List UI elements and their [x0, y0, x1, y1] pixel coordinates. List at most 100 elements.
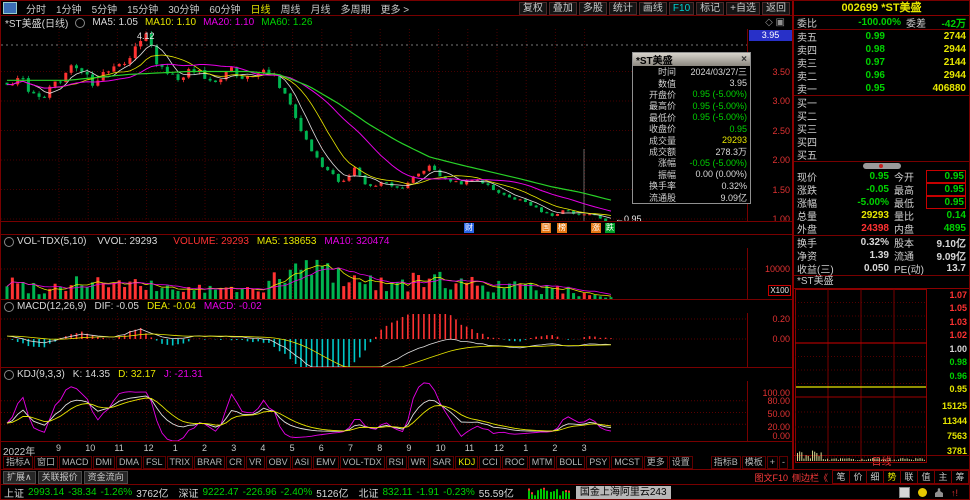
event-badge-榜[interactable]: 榜: [557, 223, 567, 233]
index-name-1[interactable]: 深证: [178, 485, 198, 500]
macd-settings-icon[interactable]: [4, 302, 14, 312]
indicator-button-WR[interactable]: WR: [408, 456, 429, 469]
tool-button-4[interactable]: 画线: [639, 2, 667, 15]
coin-icon[interactable]: [918, 488, 927, 497]
indicator-button-MCST[interactable]: MCST: [611, 456, 643, 469]
side-tab-筹[interactable]: 筹: [951, 470, 969, 484]
period-tab-2[interactable]: 5分钟: [92, 1, 118, 16]
chart-header: *ST美盛(日线) MA5: 1.05 MA10: 1.10 MA20: 1.1…: [1, 16, 792, 29]
tool-button-0[interactable]: 复权: [519, 2, 547, 15]
market-mini-chart-icon2[interactable]: [550, 487, 572, 499]
market-mini-chart-icon[interactable]: [528, 487, 550, 499]
indicator-button-CCI[interactable]: CCI: [479, 456, 501, 469]
indicator-button-ASI[interactable]: ASI: [292, 456, 313, 469]
server-name[interactable]: 国金上海阿里云243: [576, 486, 671, 499]
indicator-settings-icon[interactable]: [75, 18, 85, 28]
panel-icon[interactable]: [899, 487, 910, 498]
alert-icon[interactable]: ↑!: [951, 488, 958, 498]
period-tab-6[interactable]: 日线: [251, 1, 271, 16]
macd-header: MACD(12,26,9) DIF: -0.05 DEA: -0.04 MACD…: [1, 300, 792, 313]
indicator-button-RSI[interactable]: RSI: [386, 456, 407, 469]
indicator-right-1[interactable]: 模板: [742, 456, 766, 469]
window-icon[interactable]: [3, 2, 17, 14]
indicator-button-MTM[interactable]: MTM: [529, 456, 556, 469]
indicator-button-VOL-TDX[interactable]: VOL-TDX: [340, 456, 385, 469]
ma20-value: MA20: 1.10: [203, 17, 254, 28]
period-tab-5[interactable]: 60分钟: [209, 1, 240, 16]
period-tab-8[interactable]: 月线: [311, 1, 331, 16]
drag-handle[interactable]: [863, 163, 901, 169]
tool-button-1[interactable]: 叠加: [549, 2, 577, 15]
user-icon[interactable]: [935, 488, 943, 497]
tool-button-7[interactable]: +自选: [726, 2, 760, 15]
tool-button-8[interactable]: 返回: [762, 2, 790, 15]
tool-button-3[interactable]: 统计: [609, 2, 637, 15]
side-tab-值[interactable]: 值: [917, 470, 934, 484]
macd-chart[interactable]: [1, 313, 747, 368]
ask-row-1[interactable]: 卖一0.95406880: [794, 82, 969, 95]
indicator-button-MACD[interactable]: MACD: [59, 456, 92, 469]
event-badge-跌[interactable]: 跌: [605, 223, 615, 233]
indicator-button-DMA[interactable]: DMA: [116, 456, 142, 469]
kdj-chart[interactable]: [1, 381, 747, 442]
indicator-button-窗口[interactable]: 窗口: [34, 456, 58, 469]
period-tab-10[interactable]: 更多 >: [381, 1, 410, 16]
price-axis-label: 1.00: [772, 214, 790, 222]
side-tab-笔[interactable]: 笔: [832, 470, 849, 484]
indicator-button-OBV[interactable]: OBV: [266, 456, 291, 469]
indicator-button-VR[interactable]: VR: [246, 456, 265, 469]
ext-item-2[interactable]: 资金流向: [84, 471, 128, 484]
volume-settings-icon[interactable]: [4, 237, 14, 247]
event-badge-财[interactable]: 财: [464, 223, 474, 233]
bid-row-5[interactable]: 买五: [794, 148, 969, 161]
side-tab-联[interactable]: 联: [900, 470, 917, 484]
axis-month-label: 2: [202, 443, 207, 453]
index-name-0[interactable]: 上证: [4, 485, 24, 500]
indicator-button-CR[interactable]: CR: [226, 456, 245, 469]
mini-price-label: 1.00: [949, 344, 967, 354]
indicator-button-SAR[interactable]: SAR: [430, 456, 455, 469]
indicator-right-0[interactable]: 指标B: [711, 456, 741, 469]
mini-intraday-chart[interactable]: 1.071.051.031.021.000.980.960.9515125113…: [794, 288, 969, 455]
event-badge-涨[interactable]: 涨: [591, 223, 601, 233]
indicator-right-2[interactable]: +: [767, 456, 778, 469]
side-tab-主[interactable]: 主: [934, 470, 951, 484]
tool-button-5[interactable]: F10: [669, 2, 694, 15]
period-tab-7[interactable]: 周线: [281, 1, 301, 16]
period-tab-4[interactable]: 30分钟: [168, 1, 199, 16]
kdj-settings-icon[interactable]: [4, 370, 14, 380]
indicator-button-KDJ[interactable]: KDJ: [455, 456, 478, 469]
side-tab-价[interactable]: 价: [849, 470, 866, 484]
indicator-button-设置[interactable]: 设置: [669, 456, 693, 469]
ext-item-0[interactable]: 扩展∧: [3, 471, 36, 484]
indicator-button-BRAR[interactable]: BRAR: [194, 456, 225, 469]
period-tab-9[interactable]: 多周期: [341, 1, 371, 16]
pane-corner-icons[interactable]: ◇ ▣: [765, 17, 785, 28]
side-tab-细[interactable]: 细: [866, 470, 883, 484]
event-badge-国[interactable]: 国: [541, 223, 551, 233]
period-tab-1[interactable]: 1分钟: [56, 1, 82, 16]
tool-button-6[interactable]: 标记: [696, 2, 724, 15]
index-value-0: 2993.14: [28, 487, 64, 498]
side-tab-势[interactable]: 势: [883, 470, 900, 484]
ext-link-1[interactable]: 侧边栏《: [792, 471, 828, 484]
index-name-2[interactable]: 北证: [358, 485, 378, 500]
indicator-right-3[interactable]: -: [779, 456, 788, 469]
volume-chart[interactable]: [1, 248, 747, 300]
ext-link-0[interactable]: 图文F10: [754, 471, 788, 484]
indicator-button-TRIX[interactable]: TRIX: [167, 456, 194, 469]
indicator-button-ROC[interactable]: ROC: [502, 456, 528, 469]
indicator-button-FSL[interactable]: FSL: [143, 456, 166, 469]
ext-item-1[interactable]: 关联报价: [38, 471, 82, 484]
period-tab-3[interactable]: 15分钟: [127, 1, 158, 16]
indicator-button-更多[interactable]: 更多: [644, 456, 668, 469]
close-icon[interactable]: ×: [741, 54, 747, 65]
period-tab-0[interactable]: 分时: [26, 1, 46, 16]
mini-price-label: 1.02: [949, 330, 967, 340]
tool-button-2[interactable]: 多股: [579, 2, 607, 15]
ma5-value: MA5: 1.05: [92, 17, 138, 28]
indicator-button-EMV[interactable]: EMV: [313, 456, 339, 469]
indicator-button-BOLL[interactable]: BOLL: [556, 456, 585, 469]
indicator-button-DMI[interactable]: DMI: [93, 456, 116, 469]
indicator-button-PSY[interactable]: PSY: [586, 456, 610, 469]
